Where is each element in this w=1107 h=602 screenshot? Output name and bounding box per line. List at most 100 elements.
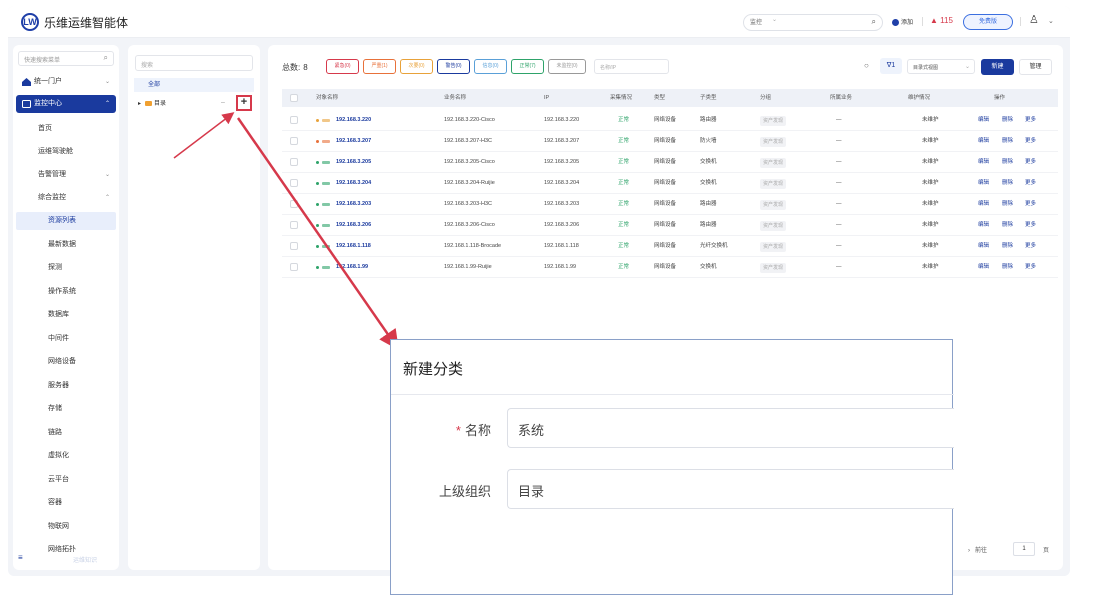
severity-filter-button[interactable]: 次要(0): [400, 59, 433, 74]
view-mode-select[interactable]: 目录式视图 ⌄: [907, 59, 975, 74]
sidebar-item-portal[interactable]: 统一门户 ⌄: [16, 73, 116, 91]
name-ip-search-input[interactable]: 名称/IP: [594, 59, 669, 74]
delete-link[interactable]: 删除: [1002, 236, 1013, 257]
menu-search-input[interactable]: 快速搜索菜单 ⌕: [18, 51, 114, 66]
col-business-name[interactable]: 业务名称: [444, 89, 466, 107]
object-name-link[interactable]: 192.168.3.207: [336, 131, 371, 152]
more-link[interactable]: 更多: [1025, 131, 1036, 152]
pager-page-input[interactable]: 1: [1013, 542, 1035, 556]
sidebar-item-cockpit[interactable]: 运维驾驶舱: [16, 143, 116, 161]
row-checkbox[interactable]: [290, 263, 298, 271]
more-link[interactable]: 更多: [1025, 257, 1036, 278]
sidebar-subitem[interactable]: 探测: [16, 259, 116, 277]
severity-filter-button[interactable]: 紧急(0): [326, 59, 359, 74]
object-name-link[interactable]: 192.168.1.99: [336, 257, 368, 278]
severity-filter-button[interactable]: 严重(1): [363, 59, 396, 74]
add-category-button[interactable]: +: [236, 95, 252, 111]
object-name-link[interactable]: 192.168.3.204: [336, 173, 371, 194]
more-link[interactable]: 更多: [1025, 152, 1036, 173]
search-scope-select[interactable]: 监控: [750, 17, 762, 26]
table-row[interactable]: 192.168.3.203 192.168.3.203-H3C 192.168.3.…: [282, 194, 1058, 215]
edit-link[interactable]: 编辑: [978, 236, 989, 257]
manage-button[interactable]: 管理: [1019, 59, 1052, 75]
tree-item-directory[interactable]: ▸ 目录: [138, 98, 166, 107]
sidebar-item-monitor-center[interactable]: 监控中心 ⌃: [16, 95, 116, 113]
col-ip[interactable]: IP: [544, 89, 549, 107]
delete-link[interactable]: 删除: [1002, 257, 1013, 278]
edit-link[interactable]: 编辑: [978, 131, 989, 152]
alert-badge[interactable]: ▲ 115: [930, 16, 953, 25]
row-checkbox[interactable]: [290, 179, 298, 187]
refresh-icon[interactable]: ○: [864, 61, 869, 70]
parent-org-input[interactable]: 目录: [507, 469, 954, 509]
more-link[interactable]: 更多: [1025, 236, 1036, 257]
row-checkbox[interactable]: [290, 221, 298, 229]
edit-link[interactable]: 编辑: [978, 152, 989, 173]
sidebar-subitem[interactable]: 链路: [16, 424, 116, 442]
collapse-icon[interactable]: –: [221, 99, 225, 106]
object-name-link[interactable]: 192.168.3.220: [336, 110, 371, 131]
filter-button[interactable]: ∇1: [880, 58, 902, 74]
edit-link[interactable]: 编辑: [978, 257, 989, 278]
free-edition-badge[interactable]: 免费版: [963, 14, 1013, 30]
caret-right-icon[interactable]: ▸: [138, 101, 141, 107]
row-checkbox[interactable]: [290, 137, 298, 145]
delete-link[interactable]: 删除: [1002, 173, 1013, 194]
tree-search-input[interactable]: 搜索: [135, 55, 253, 71]
severity-filter-button[interactable]: 警告(0): [437, 59, 470, 74]
sidebar-subitem[interactable]: 网络拓扑: [16, 541, 116, 559]
row-checkbox[interactable]: [290, 242, 298, 250]
table-row[interactable]: 192.168.3.220 192.168.3.220-Cisco 192.168.…: [282, 110, 1058, 131]
table-row[interactable]: 192.168.3.205 192.168.3.205-Cisco 192.168.…: [282, 152, 1058, 173]
sidebar-subitem[interactable]: 服务器: [16, 377, 116, 395]
more-link[interactable]: 更多: [1025, 194, 1036, 215]
global-search[interactable]: 监控 ⌄ ⌕: [743, 14, 883, 31]
sidebar-subitem[interactable]: 网络设备: [16, 353, 116, 371]
object-name-link[interactable]: 192.168.1.118: [336, 236, 371, 257]
table-row[interactable]: 192.168.3.207 192.168.3.207-H3C 192.168.3.…: [282, 131, 1058, 152]
delete-link[interactable]: 删除: [1002, 131, 1013, 152]
row-checkbox[interactable]: [290, 158, 298, 166]
delete-link[interactable]: 删除: [1002, 215, 1013, 236]
object-name-link[interactable]: 192.168.3.206: [336, 215, 371, 236]
severity-filter-button[interactable]: 正常(7): [511, 59, 544, 74]
severity-filter-button[interactable]: 信息(0): [474, 59, 507, 74]
table-row[interactable]: 192.168.3.206 192.168.3.206-Cisco 192.168.…: [282, 215, 1058, 236]
menu-collapse-icon[interactable]: ≡: [18, 553, 23, 562]
edit-link[interactable]: 编辑: [978, 110, 989, 131]
table-row[interactable]: 192.168.1.118 192.168.1.118-Brocade 192.16…: [282, 236, 1058, 257]
select-all-checkbox[interactable]: [290, 94, 298, 102]
table-row[interactable]: 192.168.3.204 192.168.3.204-Ruijie 192.168…: [282, 173, 1058, 194]
sidebar-subitem[interactable]: 资源列表: [16, 212, 116, 230]
object-name-link[interactable]: 192.168.3.205: [336, 152, 371, 173]
edit-link[interactable]: 编辑: [978, 173, 989, 194]
table-row[interactable]: 192.168.1.99 192.168.1.99-Ruijie 192.168.1…: [282, 257, 1058, 278]
edit-link[interactable]: 编辑: [978, 194, 989, 215]
sidebar-item-monitoring[interactable]: 综合监控 ⌃: [16, 189, 116, 207]
name-input[interactable]: 系统: [507, 408, 954, 448]
add-button[interactable]: 添加: [892, 17, 913, 26]
delete-link[interactable]: 删除: [1002, 152, 1013, 173]
col-object-name[interactable]: 对象名称: [316, 89, 338, 107]
more-link[interactable]: 更多: [1025, 173, 1036, 194]
object-name-link[interactable]: 192.168.3.203: [336, 194, 371, 215]
severity-filter-button[interactable]: 未监控(0): [548, 59, 586, 74]
sidebar-item-home[interactable]: 首页: [16, 120, 116, 138]
user-icon[interactable]: ♙: [1029, 13, 1039, 26]
delete-link[interactable]: 删除: [1002, 194, 1013, 215]
search-icon[interactable]: ⌕: [104, 53, 108, 63]
sidebar-subitem[interactable]: 数据库: [16, 306, 116, 324]
sidebar-subitem[interactable]: 容器: [16, 494, 116, 512]
new-button[interactable]: 新建: [981, 59, 1014, 75]
sidebar-subitem[interactable]: 操作系统: [16, 283, 116, 301]
sidebar-subitem[interactable]: 物联网: [16, 518, 116, 536]
chevron-down-icon[interactable]: ⌄: [1048, 17, 1054, 25]
row-checkbox[interactable]: [290, 200, 298, 208]
search-icon[interactable]: ⌕: [872, 17, 876, 27]
delete-link[interactable]: 删除: [1002, 110, 1013, 131]
sidebar-subitem[interactable]: 中间件: [16, 330, 116, 348]
sidebar-subitem[interactable]: 云平台: [16, 471, 116, 489]
sidebar-subitem[interactable]: 虚拟化: [16, 447, 116, 465]
tree-item-all[interactable]: 全部: [134, 78, 254, 92]
sidebar-subitem[interactable]: 最新数据: [16, 236, 116, 254]
